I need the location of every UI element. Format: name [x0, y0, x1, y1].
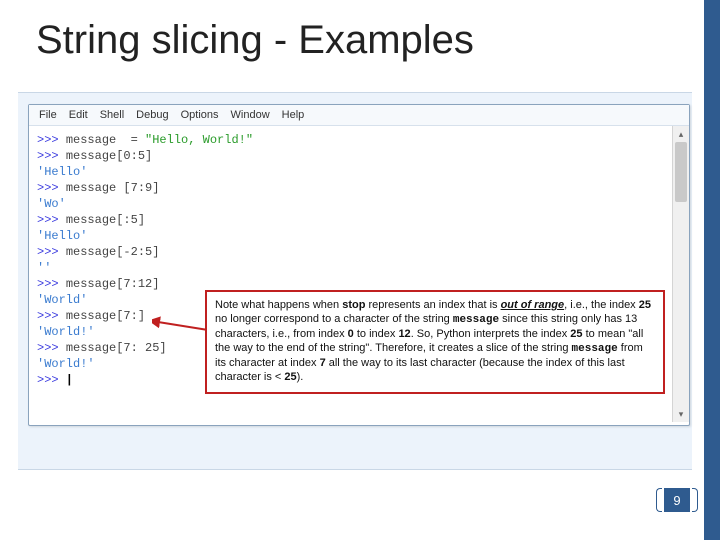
- prompt: >>>: [37, 149, 66, 163]
- prompt: >>>: [37, 309, 66, 323]
- code-line: >>> message [7:9]: [37, 180, 681, 196]
- prompt: >>>: [37, 245, 66, 259]
- menu-help[interactable]: Help: [282, 109, 305, 121]
- code-line: '': [37, 260, 681, 276]
- accent-bar: [704, 0, 720, 540]
- note-var-message: message: [572, 343, 618, 355]
- menu-debug[interactable]: Debug: [136, 109, 168, 121]
- menu-edit[interactable]: Edit: [69, 109, 88, 121]
- prompt: >>>: [37, 341, 66, 355]
- note-stop-keyword: stop: [342, 299, 365, 311]
- note-text: ).: [297, 371, 304, 383]
- menu-window[interactable]: Window: [231, 109, 270, 121]
- code-line: >>> message[:5]: [37, 212, 681, 228]
- slide: String slicing - Examples File Edit Shel…: [0, 0, 720, 540]
- note-num-25: 25: [284, 371, 296, 383]
- prompt: >>>: [37, 133, 66, 147]
- note-num-12: 12: [398, 328, 410, 340]
- note-text: , i.e., the index: [564, 299, 639, 311]
- vertical-scrollbar[interactable]: ▴ ▾: [672, 126, 689, 422]
- code-line: >>> message[0:5]: [37, 148, 681, 164]
- prompt: >>>: [37, 213, 66, 227]
- code-line: >>> message = "Hello, World!": [37, 132, 681, 148]
- page-number-badge: 9: [664, 488, 690, 512]
- code-line: 'Hello': [37, 228, 681, 244]
- code-line: 'Wo': [37, 196, 681, 212]
- menu-options[interactable]: Options: [181, 109, 219, 121]
- code-line: >>> message[-2:5]: [37, 244, 681, 260]
- note-text: to index: [354, 328, 399, 340]
- code-line: 'Hello': [37, 164, 681, 180]
- prompt: >>>: [37, 181, 66, 195]
- scroll-down-icon[interactable]: ▾: [673, 406, 689, 422]
- note-text: . So, Python interprets the index: [411, 328, 571, 340]
- note-num-25: 25: [639, 299, 651, 311]
- page-title: String slicing - Examples: [36, 18, 474, 63]
- note-var-message: message: [453, 314, 499, 326]
- prompt-cursor[interactable]: >>>: [37, 373, 73, 387]
- note-out-of-range: out of range: [501, 299, 565, 311]
- prompt: >>>: [37, 277, 66, 291]
- menu-shell[interactable]: Shell: [100, 109, 124, 121]
- menu-file[interactable]: File: [39, 109, 57, 121]
- note-num-25: 25: [570, 328, 582, 340]
- scroll-thumb[interactable]: [675, 142, 687, 202]
- note-text: represents an index that is: [365, 299, 500, 311]
- scroll-up-icon[interactable]: ▴: [673, 126, 689, 142]
- note-text: no longer correspond to a character of t…: [215, 313, 453, 325]
- note-text: Note what happens when: [215, 299, 342, 311]
- explanation-note: Note what happens when stop represents a…: [205, 290, 665, 394]
- menubar: File Edit Shell Debug Options Window Hel…: [29, 105, 689, 126]
